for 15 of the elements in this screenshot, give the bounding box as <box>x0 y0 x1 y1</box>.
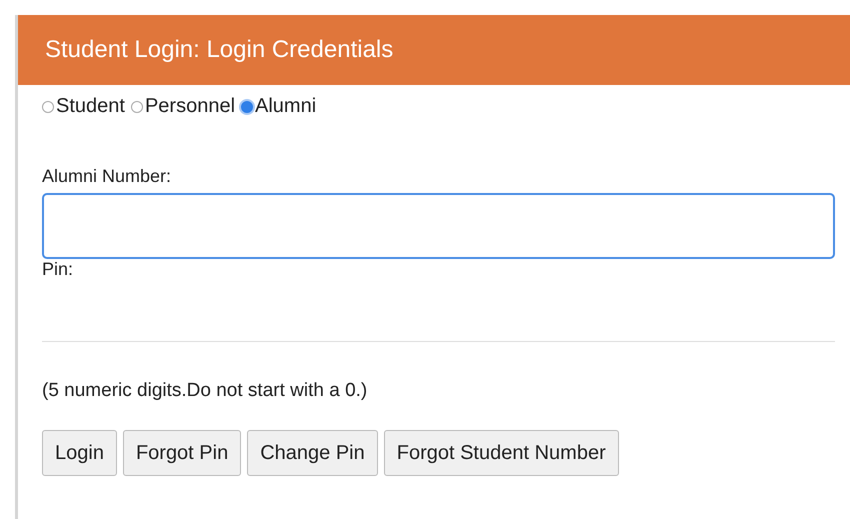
radio-icon[interactable] <box>241 100 254 112</box>
action-button[interactable]: Forgot Pin <box>122 430 242 476</box>
account-type-radio[interactable]: Alumni <box>241 95 316 118</box>
account-type-radio[interactable]: Student <box>42 95 125 118</box>
radio-icon[interactable] <box>42 100 54 112</box>
hint-text: (5 numeric digits.Do not start with a 0.) <box>42 380 368 402</box>
header-title: Student Login: Login Credentials <box>45 36 394 64</box>
action-button[interactable]: Change Pin <box>247 430 378 476</box>
action-button[interactable]: Forgot Student Number <box>384 430 619 476</box>
field-label: Alumni Number: <box>42 166 172 187</box>
account-type-radio[interactable]: Personnel <box>130 95 236 118</box>
radio-icon[interactable] <box>130 100 143 112</box>
alumni-number-field[interactable] <box>42 193 835 259</box>
action-button[interactable]: Login <box>42 430 117 476</box>
field-label: Pin: <box>42 259 74 280</box>
